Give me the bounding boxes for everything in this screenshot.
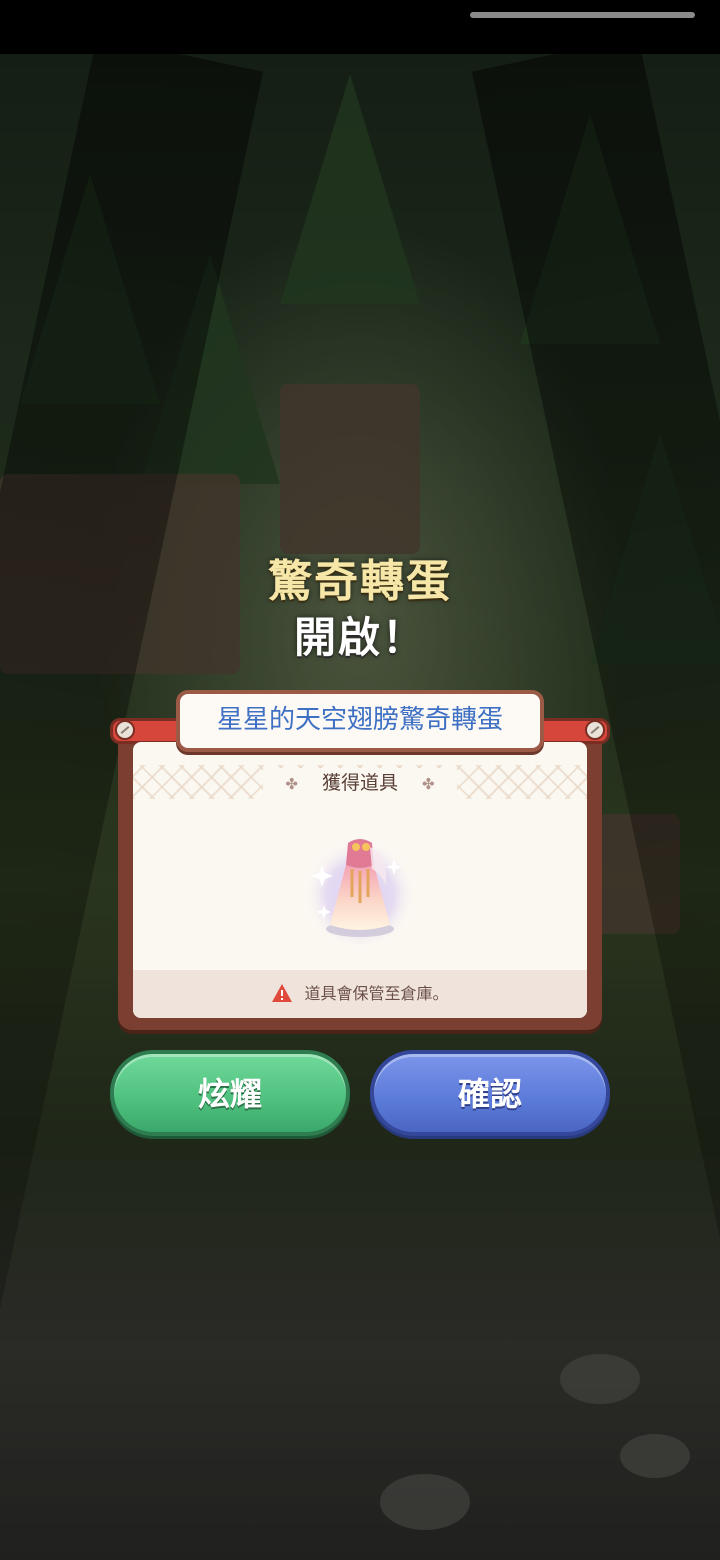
screw-icon [585,720,605,740]
clover-icon: ✤ [422,774,435,793]
game-screen: 驚奇轉蛋 開啟！ 星星的天空翅膀驚奇轉蛋 ✤ 獲得道具 ✤ 道具會保管至倉庫。 … [0,0,720,1560]
status-handle [470,12,695,18]
show-off-button[interactable]: 炫耀 [110,1050,350,1136]
storage-notice-text: 道具會保管至倉庫。 [304,984,449,1003]
storage-notice: 道具會保管至倉庫。 [133,970,587,1018]
dress-icon[interactable] [300,825,420,945]
clover-icon: ✤ [285,774,298,793]
gacha-name-label: 星星的天空翅膀驚奇轉蛋 [176,690,544,752]
screw-icon [115,720,135,740]
reward-label-box: ✤ 獲得道具 ✤ [263,768,457,799]
warning-icon [272,983,293,1002]
status-bar [0,0,720,54]
popup-subtitle: 開啟！ [293,613,426,662]
popup-title: 驚奇轉蛋 [268,556,452,607]
confirm-button[interactable]: 確認 [370,1050,610,1136]
reward-label-text: 獲得道具 [321,772,398,794]
reward-label-row: ✤ 獲得道具 ✤ [133,768,587,799]
